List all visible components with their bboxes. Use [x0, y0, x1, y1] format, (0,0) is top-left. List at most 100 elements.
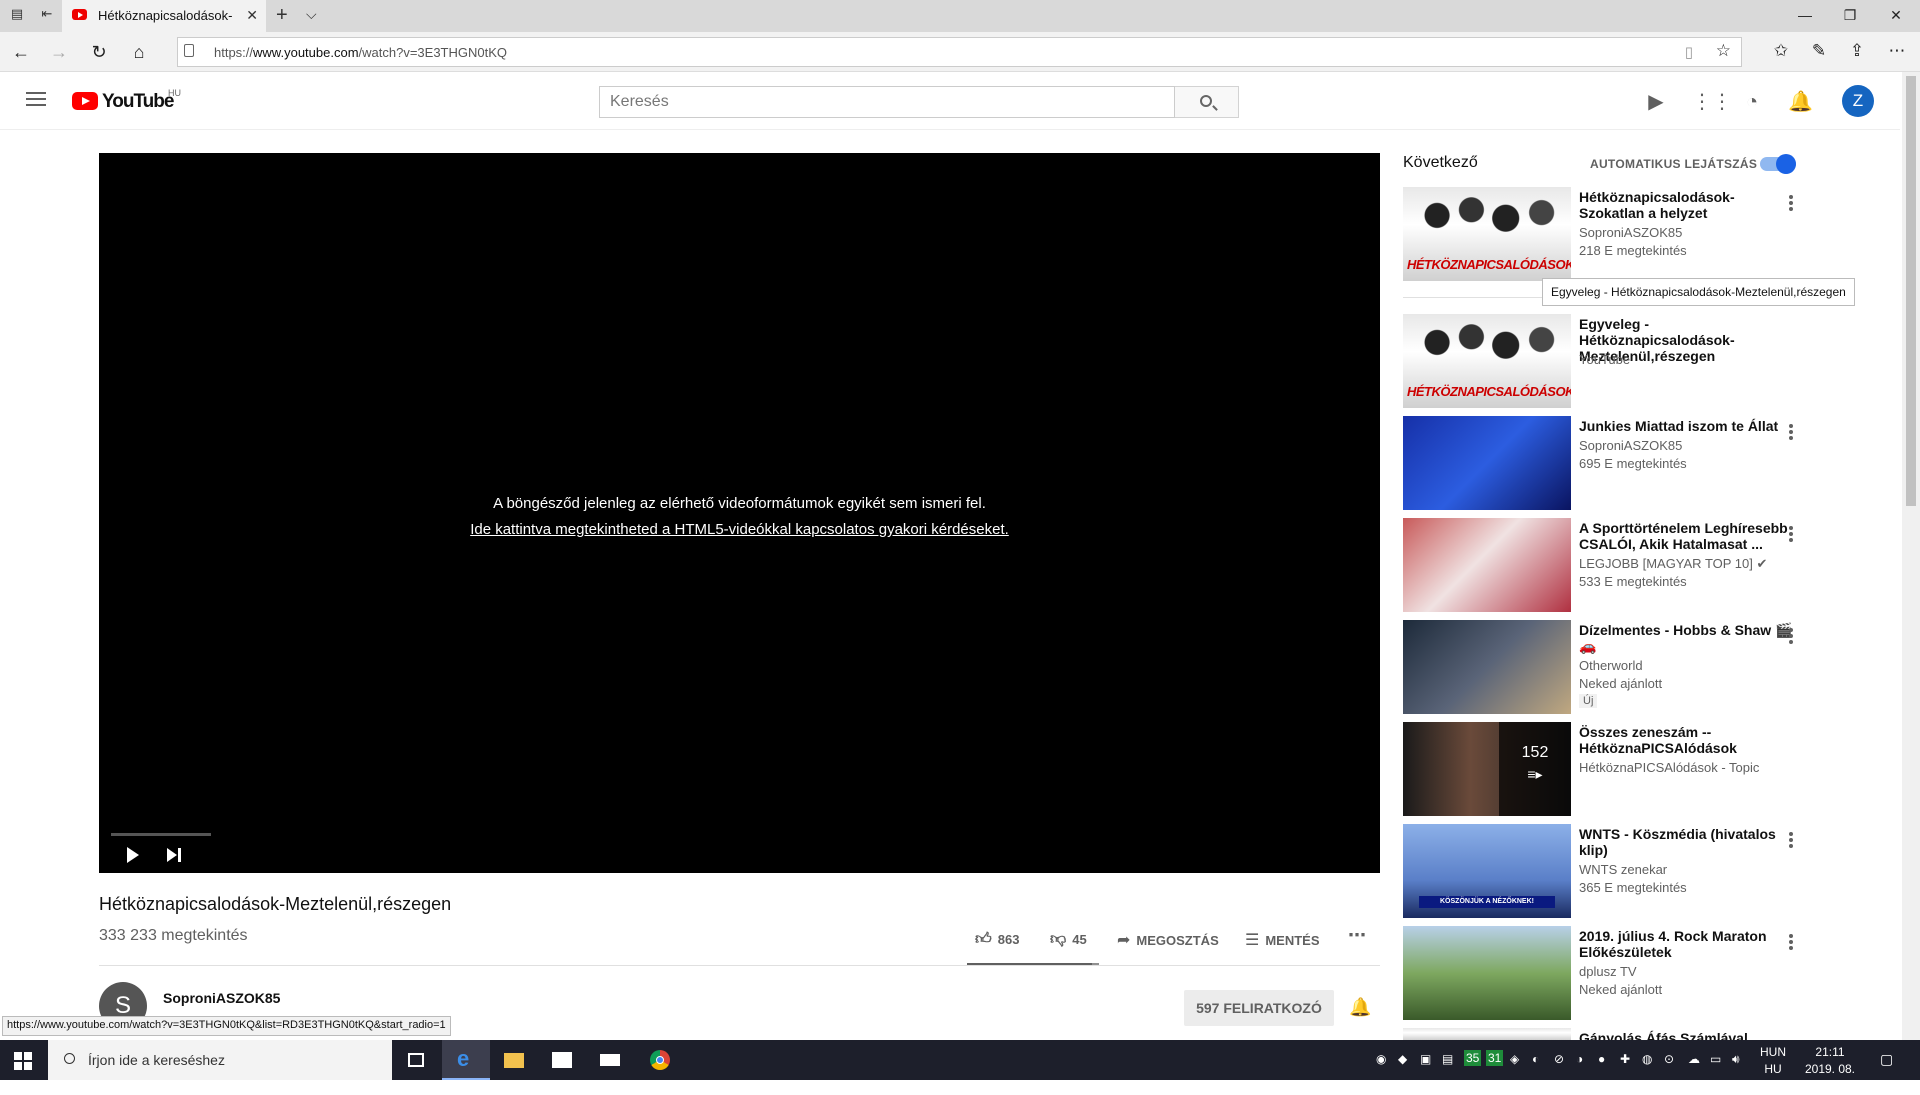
- recommended-video[interactable]: 2019. július 4. Rock Maraton Előkészület…: [1403, 926, 1803, 1020]
- video-thumbnail[interactable]: [1403, 926, 1571, 1020]
- tray-app-icon[interactable]: ◈: [1510, 1052, 1519, 1066]
- new-tab-icon[interactable]: +: [276, 4, 288, 27]
- recommended-video[interactable]: KÖSZÖNJÜK A NÉZŐKNEK! WNTS - Köszmédia (…: [1403, 824, 1803, 918]
- item-menu-icon[interactable]: [1789, 424, 1793, 440]
- tray-app-icon[interactable]: ●: [1598, 1052, 1605, 1066]
- skype-icon[interactable]: ◉: [1376, 1052, 1386, 1066]
- notification-center-icon[interactable]: ▢: [1880, 1051, 1893, 1068]
- close-window-icon[interactable]: ✕: [1886, 7, 1906, 24]
- save-button[interactable]: ☰ MENTÉS: [1245, 930, 1320, 950]
- edge-browser-icon[interactable]: e: [442, 1040, 490, 1080]
- tray-app-icon[interactable]: ◍: [1642, 1052, 1652, 1066]
- restore-icon[interactable]: ❐: [1840, 7, 1860, 24]
- mail-icon[interactable]: [586, 1040, 634, 1080]
- back-icon[interactable]: ←: [10, 41, 32, 63]
- page-scrollbar[interactable]: [1902, 72, 1920, 1040]
- share-icon[interactable]: ⇪: [1846, 41, 1868, 63]
- recommended-video[interactable]: Junkies Miattad iszom te Állat SoproniAS…: [1403, 416, 1803, 510]
- account-avatar[interactable]: Z: [1842, 85, 1874, 117]
- tray-app-icon[interactable]: 35: [1464, 1050, 1482, 1066]
- more-menu-icon[interactable]: ⋯: [1886, 41, 1908, 63]
- playlist-thumbnail[interactable]: 152 ≡▸: [1403, 722, 1571, 816]
- reading-view-icon[interactable]: ▯: [1685, 43, 1693, 61]
- recommended-video[interactable]: Gányolás Áfás Számlával...: [1403, 1028, 1803, 1040]
- tray-app-icon[interactable]: ◐: [1532, 1052, 1539, 1066]
- tray-app-icon[interactable]: ▣: [1420, 1052, 1431, 1066]
- recommended-mix[interactable]: HÉTKÖZNAPICSALÓDÁSOK Egyveleg - Hétközna…: [1403, 314, 1803, 408]
- autoplay-toggle[interactable]: [1760, 154, 1796, 174]
- like-count: 863: [997, 932, 1020, 947]
- system-clock[interactable]: 21:11 2019. 08. 06.: [1795, 1044, 1865, 1095]
- subscription-bell-icon[interactable]: 🔔: [1349, 997, 1371, 1018]
- tray-app-icon[interactable]: ◑: [1576, 1052, 1583, 1066]
- notes-pen-icon[interactable]: ✎: [1808, 41, 1830, 63]
- share-button[interactable]: ➦ MEGOSZTÁS: [1117, 930, 1219, 950]
- windows-start-icon[interactable]: [14, 1052, 32, 1070]
- video-thumbnail[interactable]: [1403, 416, 1571, 510]
- apps-grid-icon[interactable]: ⋮⋮: [1692, 90, 1732, 114]
- dislike-button[interactable]: 👎︎ 45: [1050, 930, 1087, 949]
- tray-app-icon[interactable]: ◆: [1398, 1052, 1407, 1066]
- item-menu-icon[interactable]: [1789, 195, 1793, 211]
- volume-icon[interactable]: 🔊︎: [1732, 1052, 1740, 1067]
- recommended-playlist[interactable]: 152 ≡▸ Összes zeneszám -- HétköznaPICSAl…: [1403, 722, 1803, 816]
- scrollbar-thumb[interactable]: [1906, 76, 1916, 506]
- channel-name[interactable]: SoproniASZOK85: [163, 990, 280, 1006]
- tray-app-icon[interactable]: ⊘: [1554, 1052, 1564, 1066]
- search-input[interactable]: [600, 87, 1176, 117]
- language-indicator[interactable]: HUN HU: [1758, 1044, 1788, 1078]
- item-menu-icon[interactable]: [1789, 628, 1793, 644]
- progress-bar[interactable]: [111, 833, 211, 836]
- forward-icon[interactable]: →: [48, 41, 70, 63]
- video-player[interactable]: A böngésződ jelenleg az elérhető videofo…: [99, 153, 1380, 873]
- favorites-icon[interactable]: ✩: [1770, 41, 1792, 63]
- tray-app-icon[interactable]: 31: [1486, 1050, 1504, 1066]
- file-explorer-icon[interactable]: [490, 1040, 538, 1080]
- task-view-icon[interactable]: [392, 1040, 440, 1080]
- like-button[interactable]: 👍︎ 863: [975, 930, 1019, 949]
- notifications-bell-icon[interactable]: 🔔: [1788, 90, 1813, 114]
- minimize-icon[interactable]: —: [1795, 7, 1815, 23]
- video-thumbnail[interactable]: [1403, 518, 1571, 612]
- video-thumbnail[interactable]: HÉTKÖZNAPICSALÓDÁSOK: [1403, 187, 1571, 281]
- recommended-video[interactable]: HÉTKÖZNAPICSALÓDÁSOK Hétköznapicsalodáso…: [1403, 187, 1803, 281]
- hover-tooltip: Egyveleg - Hétköznapicsalodások-Meztelen…: [1542, 278, 1855, 306]
- create-video-icon[interactable]: ▶: [1644, 90, 1668, 114]
- set-aside-tabs-icon[interactable]: ⇤: [36, 6, 58, 26]
- taskbar-search[interactable]: Írjon ide a kereséshez: [48, 1040, 392, 1080]
- favorite-star-icon[interactable]: ☆: [1716, 41, 1731, 61]
- html5-faq-link[interactable]: Ide kattintva megtekintheted a HTML5-vid…: [99, 517, 1380, 543]
- menu-hamburger-icon[interactable]: [26, 92, 46, 106]
- more-actions-icon[interactable]: ⋯: [1348, 925, 1366, 946]
- tab-preview-chevron-icon[interactable]: ⌵: [306, 6, 317, 23]
- video-thumbnail[interactable]: [1403, 1028, 1571, 1040]
- onedrive-icon[interactable]: ☁: [1688, 1052, 1700, 1066]
- home-icon[interactable]: ⌂: [128, 41, 150, 63]
- chrome-icon[interactable]: [636, 1040, 684, 1080]
- next-video-icon[interactable]: [167, 848, 181, 862]
- messages-icon[interactable]: ◔: [1740, 90, 1764, 114]
- close-tab-icon[interactable]: ✕: [246, 7, 258, 24]
- tray-app-icon[interactable]: ⊙: [1664, 1052, 1674, 1066]
- video-item-views: 695 E megtekintés: [1579, 456, 1687, 471]
- tab-list-icon[interactable]: ▤: [6, 6, 28, 26]
- play-icon[interactable]: [127, 847, 139, 863]
- subscribe-button[interactable]: 597 FELIRATKOZÓ: [1184, 990, 1334, 1026]
- store-icon[interactable]: [538, 1040, 586, 1080]
- tray-app-icon[interactable]: ✚: [1620, 1052, 1630, 1066]
- network-icon[interactable]: ▭: [1710, 1052, 1721, 1066]
- video-title: Hétköznapicsalodások-Meztelenül,részegen: [99, 894, 452, 914]
- recommended-video[interactable]: A Sporttörténelem Leghíresebb CSALÓI, Ak…: [1403, 518, 1803, 612]
- recommended-video[interactable]: Dízelmentes - Hobbs & Shaw 🎬🚗 Otherworld…: [1403, 620, 1803, 714]
- item-menu-icon[interactable]: [1789, 832, 1793, 848]
- video-thumbnail[interactable]: KÖSZÖNJÜK A NÉZŐKNEK!: [1403, 824, 1571, 918]
- url-field[interactable]: https://www.youtube.com/watch?v=3E3THGN0…: [177, 37, 1742, 67]
- search-button[interactable]: [1175, 86, 1239, 118]
- video-thumbnail[interactable]: [1403, 620, 1571, 714]
- refresh-icon[interactable]: ↻: [88, 41, 110, 63]
- item-menu-icon[interactable]: [1789, 934, 1793, 950]
- tray-app-icon[interactable]: ▤: [1442, 1052, 1453, 1066]
- item-menu-icon[interactable]: [1789, 526, 1793, 542]
- video-thumbnail[interactable]: HÉTKÖZNAPICSALÓDÁSOK: [1403, 314, 1571, 408]
- browser-tab-youtube[interactable]: Hétköznapicsalodások- ✕: [62, 0, 266, 32]
